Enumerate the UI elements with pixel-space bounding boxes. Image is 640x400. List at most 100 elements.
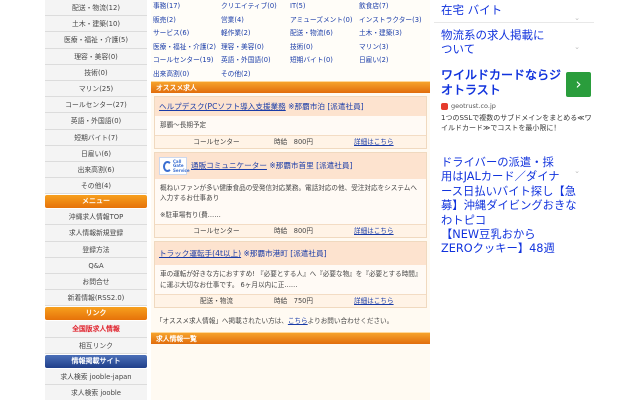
menu-header: メニュー	[45, 195, 147, 209]
site-header: 情報掲載サイト	[45, 354, 147, 368]
left-sidebar: 配送・物流(12) 土木・建築(10) 医療・福祉・介護(5) 理容・美容(0) 技術(…	[45, 0, 147, 400]
sidebar-category-item[interactable]: 理容・美容(0)	[45, 48, 147, 65]
job-title-row: トラック運転手(4t以上) ※那覇市港町 [派遣社員]	[155, 242, 426, 265]
job-desc-text: 概ねいファンが多い健康食品の受発信対応業務。電話対応の他、受注対応をシステムへ入…	[160, 183, 417, 203]
ad-divider	[434, 22, 594, 23]
ad-link[interactable]: ース日払いバイト探し【急	[434, 185, 594, 199]
ad-description: 1つのSSLで複数のサブドメインをまとめる≪ワイルドカード≫でコストを最小限に！	[441, 114, 592, 132]
job-pay: 時給 800円	[274, 137, 313, 146]
category-link[interactable]: 土木・建築(3)	[359, 27, 429, 41]
ad-link[interactable]: 物流系の求人掲載に ⌄	[434, 28, 594, 51]
sidebar-category-item[interactable]: 医療・福祉・介護(5)	[45, 32, 147, 49]
sidebar-link-item[interactable]: 相互リンク	[45, 337, 147, 354]
category-link[interactable]: IT(5)	[290, 0, 359, 14]
job-desc-note: ※駐車場有り(費……	[160, 210, 221, 219]
sidebar-category-list: 配送・物流(12) 土木・建築(10) 医療・福祉・介護(5) 理容・美容(0) 技術(…	[45, 0, 147, 195]
ad-go-button[interactable]: ›	[566, 72, 591, 97]
sidebar-category-item[interactable]: 技術(0)	[45, 64, 147, 81]
ad-title[interactable]: ワイルドカードならジオトラスト	[441, 68, 561, 98]
ad-link-text: わトピコ	[441, 213, 487, 227]
recommend-note: 「オススメ求人情報」へ掲載されたい方は、こちらよりお問い合わせください。	[156, 316, 430, 326]
sidebar-category-item[interactable]: マリン(25)	[45, 80, 147, 98]
category-link[interactable]: サービス(6)	[153, 27, 221, 41]
ad-link[interactable]: 募】沖縄ダイビングおきな	[434, 199, 594, 213]
category-link[interactable]: クリエイティブ(0)	[221, 0, 290, 14]
recommend-header: オススメ求人	[151, 81, 430, 93]
job-details-link[interactable]: 詳細はこちら	[354, 225, 426, 238]
category-link[interactable]: アミューズメント(0)	[290, 14, 359, 28]
category-link[interactable]: 軽作業(2)	[221, 27, 290, 41]
job-industry: コールセンター	[193, 137, 240, 146]
job-title-row: ヘルプデスク(PCソフト導入支援業務 ※那覇市泊 [派遣社員]	[155, 97, 426, 116]
sidebar-menu-item[interactable]: 沖縄求人情報TOP	[45, 209, 147, 226]
category-link[interactable]: 事務(17)	[153, 0, 221, 14]
ad-link[interactable]: わトピコ	[434, 214, 594, 228]
sidebar-category-item[interactable]: 日雇い(6)	[45, 145, 147, 162]
category-link[interactable]: コールセンター(19)	[153, 54, 221, 68]
sidebar-menu-item[interactable]: 登録方法	[45, 241, 147, 258]
sidebar-link-item[interactable]: 全国版求人情報	[45, 321, 147, 338]
category-link[interactable]: その他(2)	[221, 68, 290, 82]
geotrust-ad[interactable]: ワイルドカードならジオトラスト › geotrust.co.jp 1つのSSLで…	[434, 68, 594, 133]
ad-link-text: 在宅 バイト	[441, 3, 503, 17]
contact-link[interactable]: こちら	[288, 317, 308, 325]
sidebar-category-item[interactable]: その他(4)	[45, 178, 147, 195]
category-link[interactable]: 日雇い(2)	[359, 54, 429, 68]
job-industry: コールセンター	[193, 227, 240, 235]
category-link[interactable]: 配送・物流(6)	[290, 27, 359, 41]
ad-link-text: ZEROクッキー】48週	[441, 242, 555, 256]
job-industry: 配送・物流	[200, 297, 233, 305]
sidebar-category-item[interactable]: コールセンター(27)	[45, 97, 147, 114]
sidebar-category-item[interactable]: 土木・建築(10)	[45, 16, 147, 33]
logo-text: Call Gate Service	[173, 158, 190, 173]
sidebar-category-item[interactable]: 配送・物流(12)	[45, 0, 147, 17]
job-title-row: Call Gate Service 通販コミュニケーター ※那覇市首里 [派遣社…	[155, 152, 426, 179]
category-link[interactable]: 医療・福祉・介護(2)	[153, 41, 221, 55]
sidebar-category-item[interactable]: 出来高割(6)	[45, 161, 147, 179]
job-list-header: 求人情報一覧	[151, 332, 430, 344]
geotrust-favicon-icon	[441, 102, 448, 110]
category-link[interactable]: 出来高割(0)	[153, 68, 221, 82]
ad-column: 在宅 バイト ⌄ 物流系の求人掲載に ⌄ ついて ワイルドカードならジオトラスト…	[434, 0, 594, 400]
ad-link[interactable]: 在宅 バイト ⌄	[434, 3, 594, 22]
category-link[interactable]: インストラクター(3)	[359, 14, 429, 28]
category-link[interactable]: 理容・美容(0)	[221, 41, 290, 55]
category-link[interactable]: 英語・外国語(0)	[221, 54, 290, 68]
category-link[interactable]: 営業(4)	[221, 14, 290, 28]
category-link[interactable]: 短期バイト(0)	[290, 54, 359, 68]
sidebar-site-item[interactable]: 求人検索 jooble-japan	[45, 368, 147, 385]
category-link[interactable]: 販売(2)	[153, 14, 221, 28]
sidebar-site-item[interactable]: 求人検索 jooble	[45, 384, 147, 400]
ad-link[interactable]: ドライバーの派遣・採 ⌄	[434, 156, 594, 175]
job-title-link[interactable]: 通販コミュニケーター	[191, 161, 267, 170]
job-title-link[interactable]: トラック運転手(4t以上)	[159, 249, 241, 258]
category-link	[290, 68, 359, 82]
job-pay: 時給 750円	[274, 297, 313, 305]
job-location: ※那覇市港町 [派遣社員]	[243, 249, 327, 258]
sidebar-menu-item[interactable]: 新着情報(RSS2.0)	[45, 290, 147, 307]
job-title-link[interactable]: ヘルプデスク(PCソフト導入支援業務	[159, 102, 286, 111]
ad-link[interactable]: 【NEW豆乳おから	[434, 228, 594, 242]
category-link[interactable]: 技術(0)	[290, 41, 359, 55]
ad-link-text: 募】沖縄ダイビングおきな	[441, 199, 577, 213]
ad-link[interactable]: ついて	[434, 42, 594, 56]
category-grid: 事務(17) クリエイティブ(0) IT(5) 飲食店(7) 販売(2) 営業(4) アミュ…	[151, 0, 430, 81]
job-details-link[interactable]: 詳細はこちら	[354, 136, 426, 149]
ad-link[interactable]: 用はJALカード／ダイナ	[434, 170, 594, 184]
category-link[interactable]: 飲食店(7)	[359, 0, 429, 14]
job-location: ※那覇市泊 [派遣社員]	[288, 102, 364, 111]
sidebar-category-item[interactable]: 英語・外国語(0)	[45, 113, 147, 130]
category-link[interactable]: マリン(3)	[359, 41, 429, 55]
sidebar-menu-item[interactable]: Q&A	[45, 257, 147, 274]
sidebar-category-item[interactable]: 短期バイト(7)	[45, 129, 147, 146]
sidebar-menu-item[interactable]: お問合せ	[45, 274, 147, 291]
link-header: リンク	[45, 307, 147, 321]
sidebar-menu-item[interactable]: 求人情報新規登録	[45, 225, 147, 242]
sidebar-link-list: 全国版求人情報 相互リンク	[45, 321, 147, 354]
job-desc: 車の運転が好きな方におすすめ! 『必要とする人』へ『必要な物』を『必要とする時間…	[155, 265, 426, 294]
job-footer: コールセンター 時給 800円 詳細はこちら	[155, 134, 426, 149]
job-details-link[interactable]: 詳細はこちら	[354, 295, 426, 308]
ad-link[interactable]: ZEROクッキー】48週	[434, 242, 594, 256]
category-link	[359, 68, 429, 82]
note-prefix: 「オススメ求人情報」へ掲載されたい方は、	[156, 317, 288, 325]
